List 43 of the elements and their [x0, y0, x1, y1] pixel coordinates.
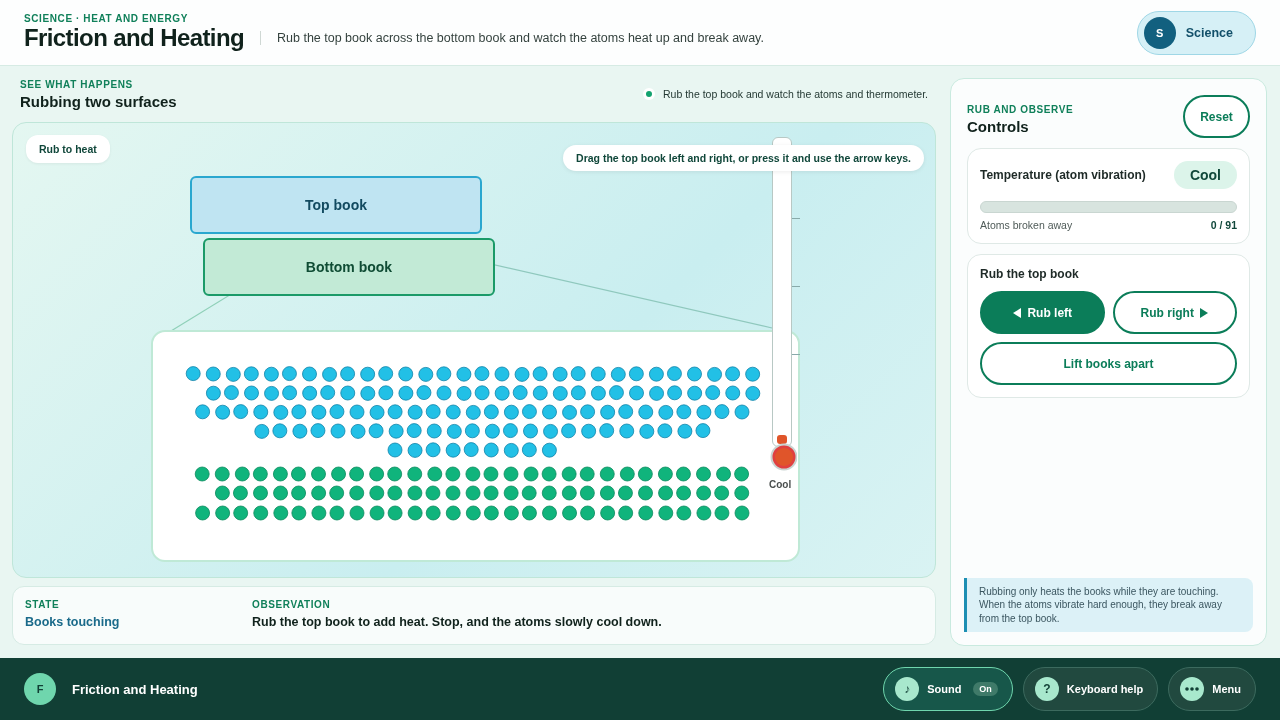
keyboard-help-button[interactable]: ? Keyboard help	[1022, 667, 1159, 711]
app-title: Friction and Heating	[72, 681, 199, 697]
left-triangle-icon	[1012, 307, 1023, 318]
rub-button[interactable]: Rub right	[1112, 291, 1237, 334]
temperature-label: Temperature (atom vibration)	[980, 168, 1146, 182]
sound-button[interactable]: ♪ Sound On	[883, 667, 1013, 711]
top-book[interactable]: Top book	[190, 176, 482, 234]
page-description: Rub the top book across the bottom book and watch the atoms heat up and break away.	[260, 30, 1121, 45]
controls-eyebrow: RUB AND OBSERVE	[967, 104, 1074, 115]
bottom-book: Bottom book	[203, 238, 495, 296]
thermometer-label: Cool	[769, 479, 792, 490]
controls-title: Controls	[967, 118, 1030, 135]
temperature-badge: Cool	[1173, 161, 1237, 189]
section-title: Rubbing two surfaces	[20, 93, 177, 110]
page-title: Friction and Heating	[24, 24, 244, 52]
app-avatar: F	[24, 673, 56, 705]
hint-text: Rub the top book and watch the atoms and thermometer.	[663, 88, 928, 100]
menu-button[interactable]: Menu	[1168, 667, 1256, 711]
observation-text: Rub the top book to add heat. Stop, and the atoms slowly cool down.	[252, 615, 663, 629]
lift-button[interactable]: Lift books apart	[980, 342, 1237, 385]
observation-label: OBSERVATION	[252, 599, 332, 610]
mode-tag: Rub to heat	[26, 135, 110, 163]
subject-badge[interactable]: S Science	[1136, 10, 1256, 55]
menu-icon	[1180, 677, 1205, 701]
section-eyebrow: SEE WHAT HAPPENS	[20, 79, 134, 90]
subject-eyebrow: SCIENCE · HEAT AND ENERGY	[24, 13, 189, 24]
sound-toggle[interactable]: On	[973, 682, 998, 696]
subject-label: Science	[1185, 25, 1233, 40]
broken-label: Atoms broken away	[980, 219, 1073, 231]
right-triangle-icon	[1198, 307, 1209, 318]
rub-title: Rub the top book	[980, 267, 1080, 281]
drag-tip: Drag the top book left and right, or press it and use the arrow keys.	[563, 145, 924, 171]
help-icon: ?	[1034, 677, 1059, 701]
music-note-icon: ♪	[895, 677, 920, 701]
broken-count: 0 / 91	[1210, 219, 1237, 231]
state-label: STATE	[25, 599, 61, 610]
thermometer-bulb-icon	[769, 443, 797, 471]
rub-button[interactable]: Rub left	[980, 291, 1105, 334]
subject-avatar: S	[1143, 16, 1176, 49]
status-dot-icon	[643, 88, 655, 100]
state-value: Books touching	[25, 615, 121, 629]
info-note: Rubbing only heats the books while they are touching. When the atoms vibrate hard enough, they break away from the top book.	[964, 577, 1253, 632]
reset-button[interactable]: Reset	[1183, 95, 1250, 138]
